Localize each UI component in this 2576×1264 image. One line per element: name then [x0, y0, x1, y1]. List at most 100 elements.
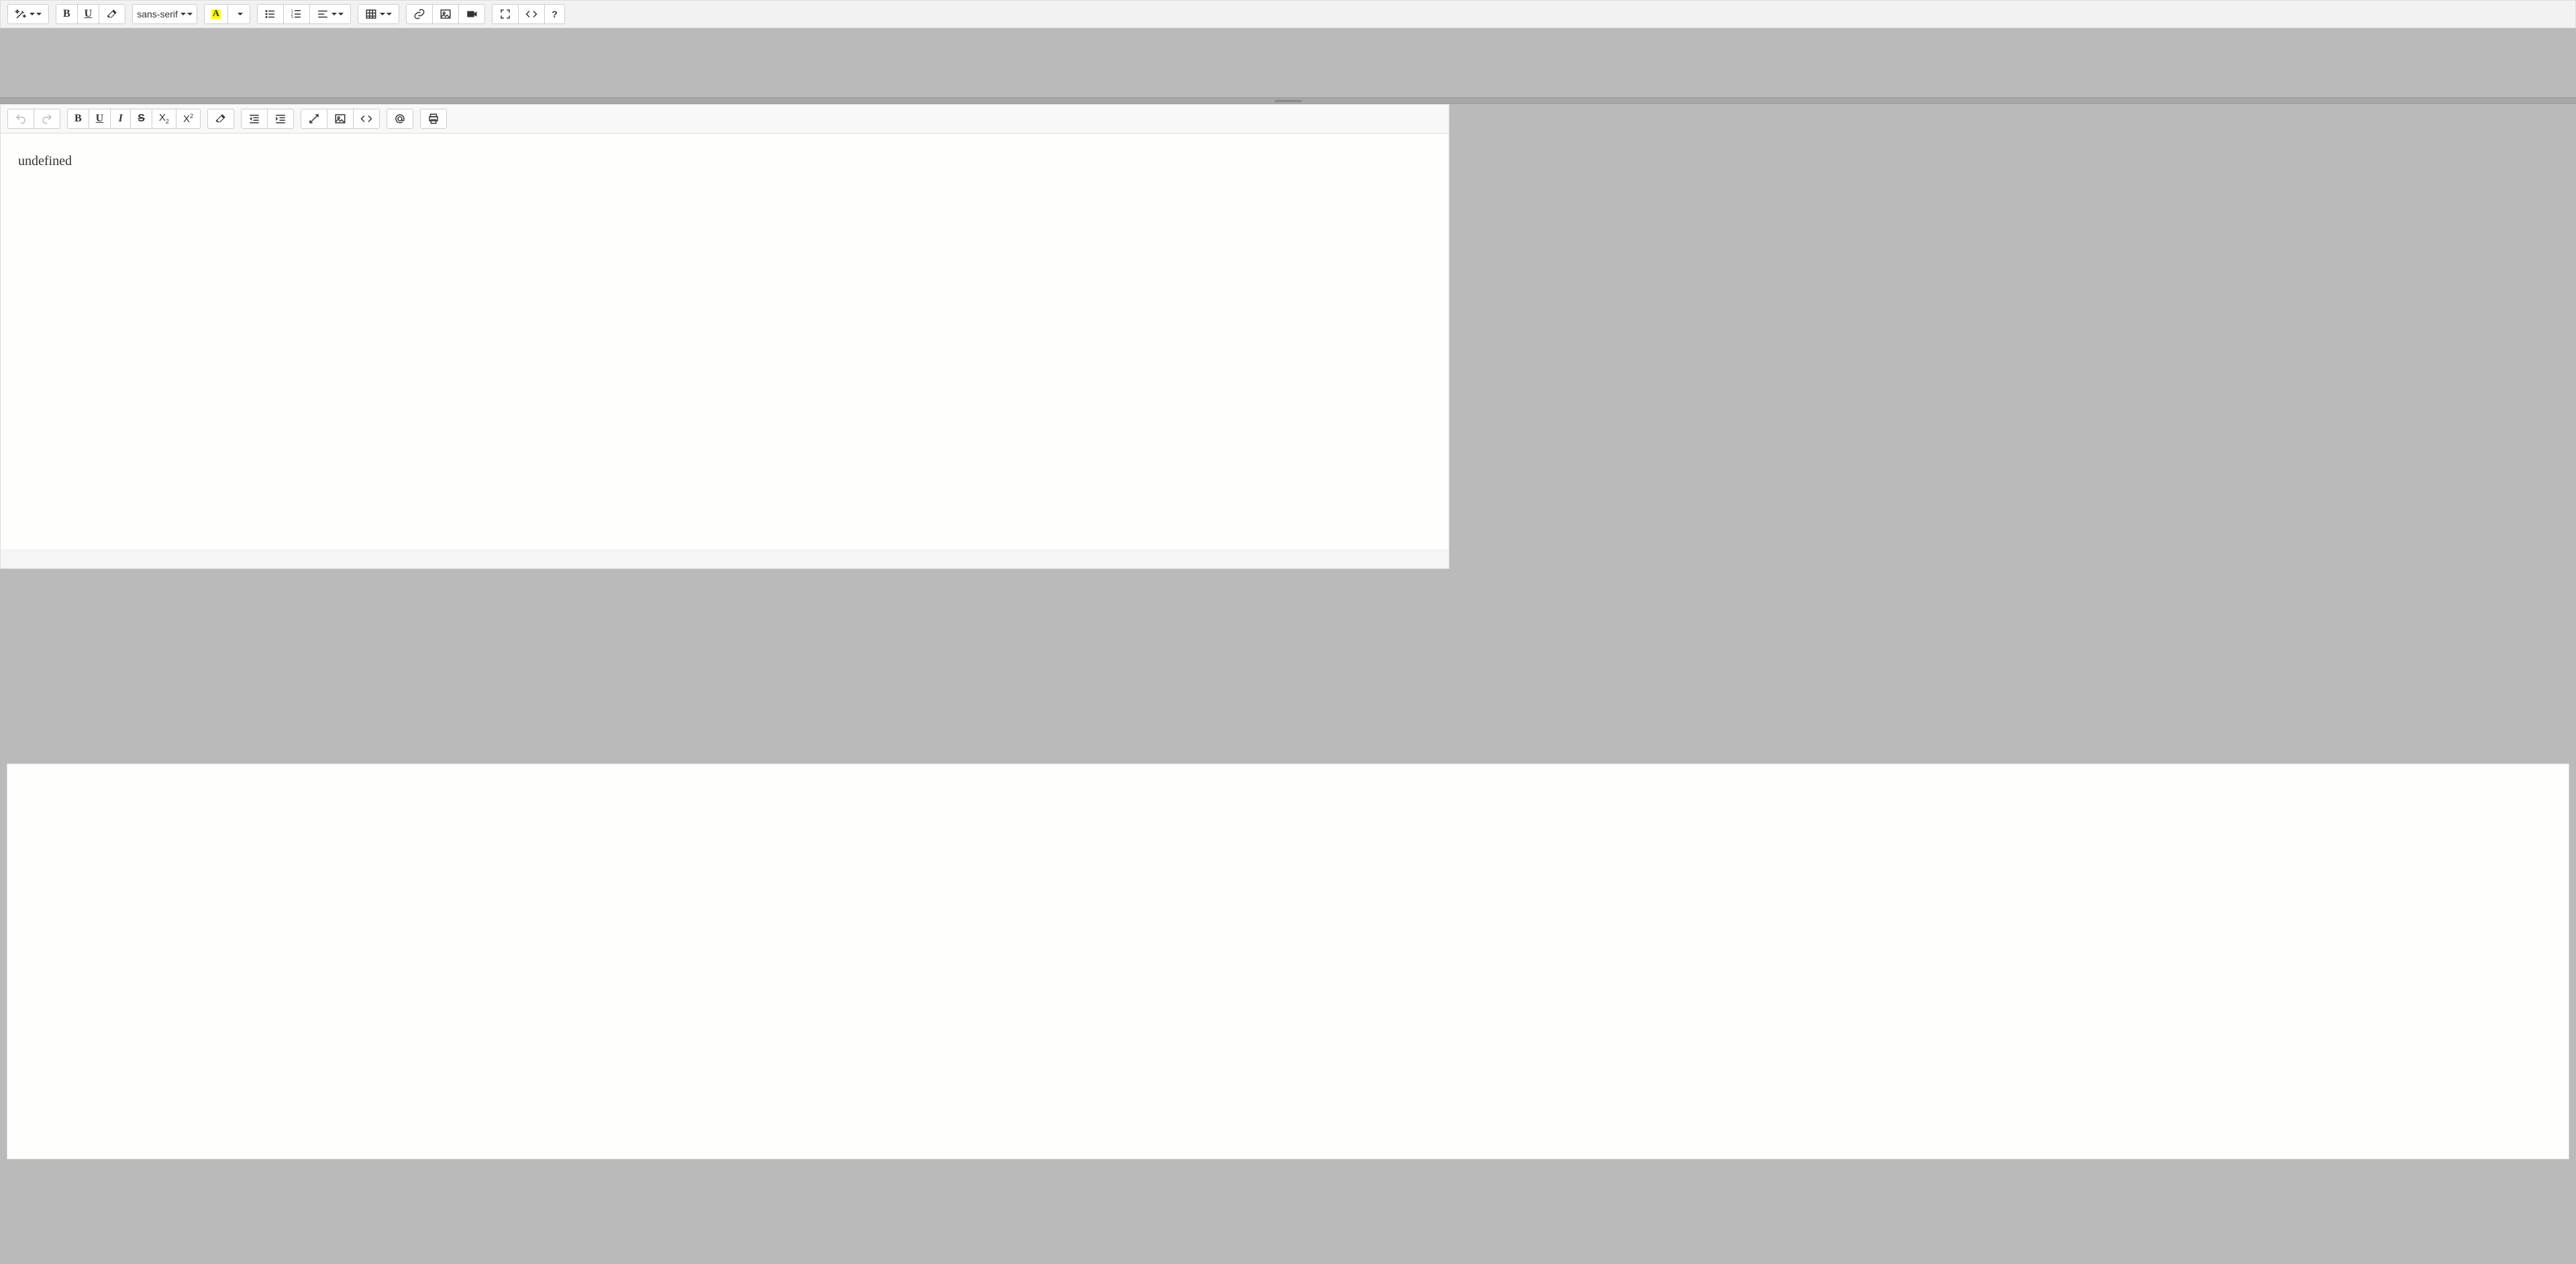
indent-group	[241, 109, 294, 129]
magic-style-button[interactable]	[7, 4, 49, 24]
caret-icon	[387, 13, 392, 15]
second-editor-toolbar: B U I S X2 X2	[1, 105, 1449, 134]
caret-icon	[187, 13, 193, 15]
caret-icon	[338, 13, 344, 15]
indent-icon	[274, 113, 287, 125]
color-group: A	[204, 4, 250, 24]
highlight-color-caret[interactable]	[228, 4, 250, 24]
highlight-color-button[interactable]: A	[204, 4, 228, 24]
indent-button[interactable]	[268, 109, 294, 129]
subscript-button[interactable]: X2	[152, 109, 176, 129]
clear-group	[207, 109, 234, 129]
bold-icon: B	[74, 113, 82, 124]
undo-button[interactable]	[7, 109, 34, 129]
code-icon	[360, 113, 372, 125]
caret-icon	[238, 13, 243, 15]
insert-group	[406, 4, 485, 24]
picture-button[interactable]	[433, 4, 459, 24]
gap-area-1	[0, 28, 2576, 97]
bottom-blank-panel[interactable]	[7, 763, 2569, 1159]
history-group	[7, 109, 60, 129]
underline-icon: U	[96, 113, 104, 124]
editor-statusbar	[1, 549, 1449, 568]
subscript-icon: X2	[159, 113, 169, 125]
clear-format-button[interactable]	[99, 4, 125, 24]
unordered-list-button[interactable]	[257, 4, 284, 24]
caret-icon	[36, 13, 42, 15]
redo-icon	[41, 113, 53, 125]
top-toolbar: B U sans-serif A 123	[0, 0, 2576, 28]
mention-button[interactable]	[387, 109, 413, 129]
strike-icon: S	[138, 113, 145, 124]
underline-button[interactable]: U	[78, 4, 100, 24]
video-icon	[466, 8, 478, 20]
font-color-icon: A	[211, 9, 221, 19]
link-icon	[413, 8, 425, 20]
codeview-button-2[interactable]	[354, 109, 380, 129]
caret-icon	[30, 13, 35, 15]
strikethrough-button[interactable]: S	[131, 109, 152, 129]
redo-button[interactable]	[34, 109, 60, 129]
table-icon	[365, 8, 377, 20]
resize-bar[interactable]	[0, 97, 2576, 104]
font-family-label: sans-serif	[137, 9, 178, 19]
picture-icon	[440, 8, 452, 20]
fullscreen-button[interactable]	[492, 4, 519, 24]
caret-icon	[331, 13, 337, 15]
bullet-list-icon	[264, 8, 276, 20]
list-group: 123	[257, 4, 351, 24]
insert-group-2	[301, 109, 380, 129]
format-group: B U I S X2 X2	[67, 109, 201, 129]
fullscreen-icon	[499, 8, 511, 20]
outdent-button[interactable]	[241, 109, 268, 129]
bold-icon: B	[63, 9, 70, 19]
italic-icon: I	[119, 113, 123, 124]
help-icon: ?	[552, 9, 558, 19]
caret-icon	[181, 13, 186, 15]
print-group	[420, 109, 447, 129]
ordered-list-button[interactable]: 123	[284, 4, 310, 24]
gap-area-2	[0, 569, 2576, 763]
font-style-group: B U	[56, 4, 125, 24]
underline-icon: U	[85, 9, 93, 19]
bold-button-2[interactable]: B	[67, 109, 89, 129]
view-group: ?	[492, 4, 565, 24]
resize-handle-icon	[1275, 100, 1302, 102]
at-icon	[394, 113, 406, 125]
outdent-icon	[248, 113, 260, 125]
font-family-group: sans-serif	[132, 4, 197, 24]
video-button[interactable]	[459, 4, 485, 24]
underline-button-2[interactable]: U	[89, 109, 111, 129]
caret-icon	[380, 13, 385, 15]
numbered-list-icon: 123	[291, 8, 303, 20]
superscript-button[interactable]: X2	[176, 109, 201, 129]
undo-icon	[15, 113, 27, 125]
codeview-button[interactable]	[519, 4, 545, 24]
style-group	[7, 4, 49, 24]
table-button[interactable]	[358, 4, 399, 24]
help-button[interactable]: ?	[545, 4, 565, 24]
eraser-icon	[215, 113, 227, 125]
fullscreen-button-2[interactable]	[301, 109, 327, 129]
print-icon	[427, 113, 440, 125]
table-group	[358, 4, 399, 24]
expand-icon	[308, 113, 320, 125]
editor-text: undefined	[18, 154, 72, 168]
second-editor: B U I S X2 X2	[0, 104, 1449, 569]
code-icon	[525, 8, 537, 20]
editor-content-area[interactable]: undefined	[1, 134, 1449, 549]
paragraph-align-button[interactable]	[310, 4, 351, 24]
superscript-icon: X2	[183, 113, 193, 124]
clear-format-button-2[interactable]	[207, 109, 234, 129]
bold-button[interactable]: B	[56, 4, 78, 24]
picture-icon	[334, 113, 346, 125]
link-button[interactable]	[406, 4, 433, 24]
eraser-icon	[106, 8, 118, 20]
font-family-dropdown[interactable]: sans-serif	[132, 4, 197, 24]
mention-group	[387, 109, 413, 129]
italic-button[interactable]: I	[111, 109, 131, 129]
picture-button-2[interactable]	[327, 109, 354, 129]
magic-icon	[15, 8, 27, 20]
align-icon	[317, 8, 329, 20]
print-button[interactable]	[420, 109, 447, 129]
